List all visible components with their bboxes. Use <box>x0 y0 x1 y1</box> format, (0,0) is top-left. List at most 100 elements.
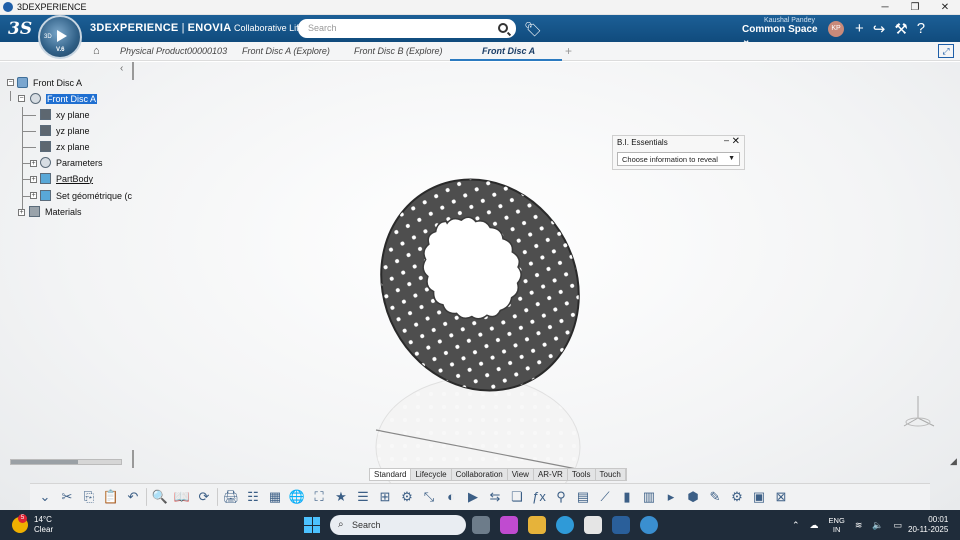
clock[interactable]: 00:01 20-11-2025 <box>908 515 948 535</box>
section-tab-ar-vr[interactable]: AR-VR <box>534 469 568 480</box>
compass-taskbar-icon[interactable] <box>640 516 658 534</box>
help-icon[interactable]: ? <box>917 20 925 38</box>
task-view-icon[interactable] <box>472 516 490 534</box>
3d-part-icon[interactable]: ⬢ <box>684 488 702 506</box>
weather-widget[interactable]: 5 14°C Clear <box>12 514 53 535</box>
tree-node-partbody[interactable]: PartBody <box>40 173 93 184</box>
ds-logo-icon[interactable]: 3S <box>8 19 32 39</box>
brake-disc-model[interactable] <box>360 167 600 517</box>
file-explorer-icon[interactable] <box>528 516 546 534</box>
law-icon[interactable]: ⟋ <box>596 488 614 506</box>
tray-chevron-icon[interactable]: ⌃ <box>792 520 800 531</box>
3d-viewport[interactable]: ‹ − − + + + + Front Disc A Front Disc A … <box>0 62 960 517</box>
gauge-icon[interactable]: ▮ <box>618 488 636 506</box>
update-icon[interactable]: ⟳ <box>195 488 213 506</box>
tree-collapse-toggle[interactable]: − <box>7 79 14 86</box>
network-app-icon[interactable]: ☁ <box>810 520 819 531</box>
tab-front-disc-a[interactable]: Front Disc A <box>482 46 535 56</box>
play-animation-icon[interactable]: ▶ <box>464 488 482 506</box>
tree-node-root[interactable]: Front Disc A <box>17 77 82 88</box>
sphere-icon[interactable]: ◐ <box>442 488 460 506</box>
tree-node-geometric-set[interactable]: Set géométrique (c <box>40 190 132 201</box>
reveal-info-select[interactable]: Choose information to reveal ▼ <box>617 152 740 166</box>
copilot-icon[interactable] <box>500 516 518 534</box>
section-tab-standard[interactable]: Standard <box>370 469 412 480</box>
search-input[interactable]: Search <box>298 19 516 38</box>
tree-node-yz-plane[interactable]: yz plane <box>40 125 90 136</box>
zoom-icon[interactable]: 🔍 <box>151 488 169 506</box>
measure-icon[interactable]: ⤡ <box>420 488 438 506</box>
knowledge-icon[interactable]: ⚲ <box>552 488 570 506</box>
hierarchy-icon[interactable]: ⊞ <box>376 488 394 506</box>
undo-icon[interactable]: ↶ <box>124 488 142 506</box>
minimize-button[interactable]: ─ <box>870 0 900 15</box>
tree-horizontal-scrollbar[interactable] <box>10 459 122 465</box>
expand-icon[interactable]: ⤢ <box>938 44 954 58</box>
tree-node-xy-plane[interactable]: xy plane <box>40 109 90 120</box>
print-icon[interactable]: 🖨 <box>222 488 240 506</box>
compare-icon[interactable]: ⇆ <box>486 488 504 506</box>
taskbar-search[interactable]: ⌕ Search <box>330 515 466 535</box>
close-tool-icon[interactable]: ⊠ <box>772 488 790 506</box>
add-icon[interactable]: + <box>855 20 864 38</box>
tree-node-part[interactable]: Front Disc A <box>30 93 98 104</box>
tag-icon[interactable]: 🏷 <box>524 21 542 38</box>
close-panel-button[interactable]: ✕ <box>732 136 740 147</box>
tools-icon[interactable]: ⚒ <box>894 20 907 38</box>
layers-icon[interactable]: ❏ <box>508 488 526 506</box>
tree-expand-toggle[interactable]: + <box>30 192 37 199</box>
minimize-panel-button[interactable]: – <box>724 135 729 145</box>
search-icon[interactable] <box>498 23 508 33</box>
cut-icon[interactable]: ✂ <box>58 488 76 506</box>
section-tab-lifecycle[interactable]: Lifecycle <box>411 469 452 480</box>
language-indicator[interactable]: ENG IN <box>829 516 845 534</box>
tree-splitter[interactable] <box>132 62 134 80</box>
collapse-tree-button[interactable]: ‹ <box>120 63 123 74</box>
tab-front-disc-b-explore[interactable]: Front Disc B (Explore) <box>354 46 443 56</box>
tab-front-disc-a-explore[interactable]: Front Disc A (Explore) <box>242 46 330 56</box>
start-button[interactable] <box>304 517 320 533</box>
box-icon[interactable]: ▣ <box>750 488 768 506</box>
tree-splitter-bottom[interactable] <box>132 450 134 468</box>
more-icon[interactable]: ▸ <box>662 488 680 506</box>
battery-icon[interactable]: ▭ <box>894 520 903 531</box>
add-tab-button[interactable]: + <box>565 44 572 58</box>
table-icon[interactable]: ▦ <box>266 488 284 506</box>
tree-collapse-toggle[interactable]: − <box>18 95 25 102</box>
volume-icon[interactable]: 🔈 <box>872 520 883 531</box>
edge-icon[interactable] <box>556 516 574 534</box>
axis-compass-icon[interactable] <box>900 392 940 432</box>
list-icon[interactable]: ☰ <box>354 488 372 506</box>
close-window-button[interactable]: ✕ <box>930 0 960 15</box>
section-tab-collaboration[interactable]: Collaboration <box>452 469 508 480</box>
resize-grip-icon[interactable]: ◢ <box>950 456 957 467</box>
design-table-icon[interactable]: ▤ <box>574 488 592 506</box>
tree-node-parameters[interactable]: Parameters <box>40 157 103 168</box>
section-tab-tools[interactable]: Tools <box>568 469 596 480</box>
properties-icon[interactable]: ☷ <box>244 488 262 506</box>
sketch-icon[interactable]: ✎ <box>706 488 724 506</box>
section-tab-view[interactable]: View <box>508 469 534 480</box>
scrollbar-thumb[interactable] <box>11 460 78 464</box>
tree-node-materials[interactable]: Materials <box>29 206 82 217</box>
avatar[interactable]: KP <box>828 21 844 37</box>
paste-icon[interactable]: 📋 <box>102 488 120 506</box>
compass-widget[interactable]: 3D V.6 <box>38 15 82 59</box>
copy-icon[interactable]: ⎘ <box>80 488 98 506</box>
chart-icon[interactable]: ▥ <box>640 488 658 506</box>
tree-expand-toggle[interactable]: + <box>30 160 37 167</box>
tree-expand-toggle[interactable]: + <box>18 209 25 216</box>
book-icon[interactable]: 📖 <box>173 488 191 506</box>
tree-expand-toggle[interactable]: + <box>30 176 37 183</box>
3dexperience-taskbar-icon[interactable] <box>612 516 630 534</box>
restore-button[interactable]: ❐ <box>900 0 930 15</box>
wifi-icon[interactable]: ≋ <box>855 520 863 531</box>
share-icon[interactable]: ↪ <box>873 20 886 38</box>
globe-icon[interactable]: 🌐 <box>288 488 306 506</box>
favorite-icon[interactable]: ★ <box>332 488 350 506</box>
capture-icon[interactable]: ⛶ <box>310 488 328 506</box>
expand-actionbar-icon[interactable]: ⌄ <box>36 488 54 506</box>
section-tab-touch[interactable]: Touch <box>596 469 626 480</box>
tree-node-zx-plane[interactable]: zx plane <box>40 141 90 152</box>
home-icon[interactable]: ⌂ <box>93 45 100 57</box>
